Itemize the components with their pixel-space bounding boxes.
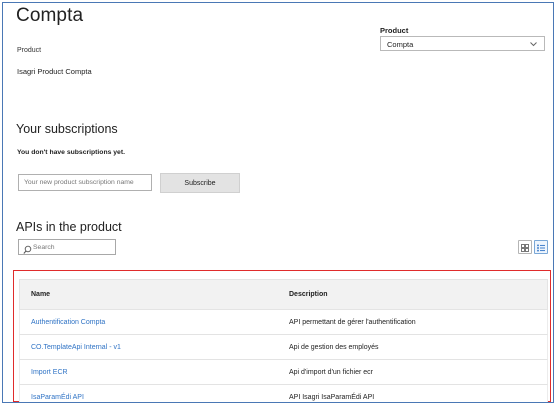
table-row: Authentification Compta API permettant d… [19, 310, 548, 335]
grid-icon [519, 241, 531, 258]
product-label: Product [17, 47, 42, 54]
product-select-value: Compta [387, 40, 414, 49]
apis-table: Name Description Authentification Compta… [19, 279, 548, 402]
table-row: IsaParamÉdi API API Isagri IsaParamÉdi A… [19, 385, 548, 402]
api-description: API permettant de gérer l'authentificati… [289, 319, 416, 326]
subscriptions-heading: Your subscriptions [16, 122, 118, 136]
no-subscriptions-text: You don't have subscriptions yet. [17, 149, 125, 156]
search-icon [23, 242, 32, 260]
api-name-link[interactable]: CO.TemplateApi Internal - v1 [31, 344, 121, 351]
product-select-label: Product [380, 26, 409, 35]
list-view-button[interactable] [534, 240, 548, 254]
api-description: Api d'import d'un fichier ecr [289, 369, 373, 376]
column-header-description: Description [289, 291, 328, 298]
product-name: Isagri Product Compta [17, 67, 92, 76]
api-name-link[interactable]: IsaParamÉdi API [31, 394, 84, 401]
grid-view-button[interactable] [518, 240, 532, 254]
product-select[interactable]: Compta [380, 36, 545, 51]
api-description: API Isagri IsaParamÉdi API [289, 394, 375, 401]
search-input[interactable] [33, 241, 113, 253]
table-row: CO.TemplateApi Internal - v1 Api de gest… [19, 335, 548, 360]
column-header-name: Name [31, 291, 51, 298]
api-name-link[interactable]: Import ECR [31, 369, 68, 376]
api-search-box[interactable] [18, 239, 116, 255]
subscribe-button[interactable]: Subscribe [160, 173, 240, 193]
api-name-link[interactable]: Authentification Compta [31, 319, 105, 326]
page-frame: Compta Product Isagri Product Compta Pro… [2, 2, 554, 403]
list-icon [535, 241, 547, 258]
chevron-down-icon [529, 38, 538, 52]
table-header: Name Description [19, 279, 548, 310]
page-title: Compta [16, 5, 84, 26]
table-row: Import ECR Api d'import d'un fichier ecr [19, 360, 548, 385]
api-description: Api de gestion des employés [289, 344, 379, 351]
subscription-name-input[interactable] [18, 174, 152, 191]
apis-heading: APIs in the product [16, 220, 122, 234]
